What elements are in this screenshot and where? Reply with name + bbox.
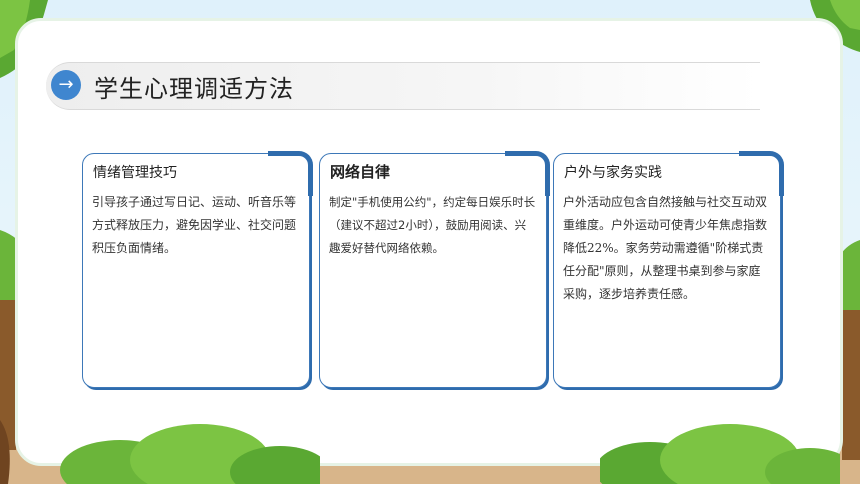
arrow-right-icon: → xyxy=(51,70,81,100)
card-emotion-management: 情绪管理技巧 引导孩子通过写日记、运动、听音乐等方式释放压力，避免因学业、社交问… xyxy=(82,151,313,388)
card-outdoor-and-chores: 户外与家务实践 户外活动应包含自然接触与社交互动双重维度。户外运动可使青少年焦虑… xyxy=(553,151,784,388)
card-title: 网络自律 xyxy=(330,163,391,181)
card-body: 引导孩子通过写日记、运动、听音乐等方式释放压力，避免因学业、社交问题积压负面情绪… xyxy=(92,195,297,255)
card-body: 户外活动应包含自然接触与社交互动双重维度。户外运动可使青少年焦虑指数降低22%。… xyxy=(563,195,768,301)
card-title: 户外与家务实践 xyxy=(564,165,662,181)
bush-decoration xyxy=(60,424,320,484)
card-corner-decoration xyxy=(505,151,550,196)
card-corner-decoration xyxy=(739,151,784,196)
card-title: 情绪管理技巧 xyxy=(93,165,177,181)
page-title: 学生心理调适方法 xyxy=(94,75,294,103)
bush-decoration xyxy=(600,424,840,484)
card-body: 制定"手机使用公约"，约定每日娱乐时长（建议不超过2小时），鼓励用阅读、兴趣爱好… xyxy=(329,195,536,255)
card-internet-self-discipline: 网络自律 制定"手机使用公约"，约定每日娱乐时长（建议不超过2小时），鼓励用阅读… xyxy=(319,151,550,388)
card-corner-decoration xyxy=(268,151,313,196)
